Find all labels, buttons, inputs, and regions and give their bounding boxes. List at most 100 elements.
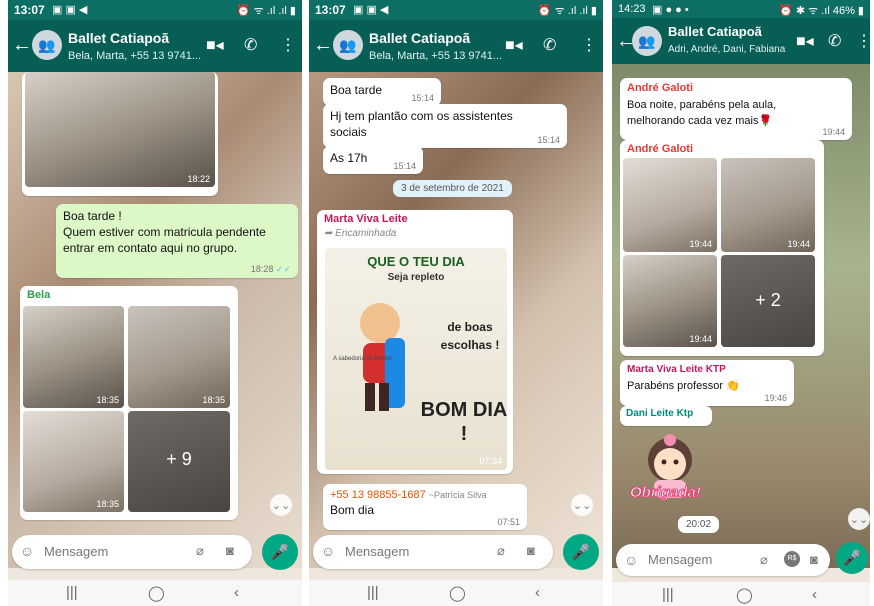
message-text: Boa noite, parabéns pela aula, melhorand… — [627, 99, 777, 127]
payment-icon[interactable]: R$ — [784, 551, 800, 567]
image-message[interactable]: 18:22 — [22, 72, 218, 196]
group-title[interactable]: Ballet Catiapoã — [668, 24, 762, 39]
phone-icon[interactable]: ✆ — [828, 31, 841, 51]
emoji-icon[interactable]: ☺ — [624, 552, 638, 568]
android-nav-bar: ||| ◯ ‹ — [309, 580, 603, 606]
back-button[interactable]: ‹ — [535, 584, 540, 601]
camera-icon[interactable]: ◙ — [527, 543, 535, 558]
outgoing-message[interactable]: Boa tarde ! Quem estiver com matricula p… — [56, 204, 298, 278]
status-bar: 14:23 ▣ ● ● • ⏰ ✱ ᯤ .ıl 46% ▮ — [612, 0, 870, 18]
more-vert-icon[interactable]: ⋮ — [856, 31, 870, 51]
message-time: 07:34 — [479, 456, 502, 466]
incoming-message[interactable]: Hj tem plantão com os assistentes sociai… — [323, 104, 567, 148]
card-line-3: de boas escolhas ! — [440, 320, 500, 352]
group-avatar[interactable]: 👥 — [333, 30, 363, 60]
emoji-icon[interactable]: ☺ — [321, 543, 335, 559]
more-vert-icon[interactable]: ⋮ — [280, 35, 296, 55]
emoji-icon[interactable]: ☺ — [20, 543, 34, 559]
good-morning-card[interactable]: QUE O TEU DIA Seja repleto A sabedoria d… — [325, 248, 507, 470]
card-line-4: BOM DIA ! — [420, 399, 507, 445]
sender-name[interactable]: Dani Leite Ktp — [626, 408, 706, 419]
group-title[interactable]: Ballet Catiapoã — [369, 30, 470, 46]
incoming-message[interactable]: Marta Viva Leite KTP Parabéns professor … — [620, 360, 794, 406]
message-input[interactable]: Mensagem — [648, 552, 712, 567]
group-avatar[interactable]: 👥 — [32, 30, 62, 60]
back-button[interactable]: ‹ — [812, 586, 817, 603]
photo-album-message[interactable]: Bela 18:35 18:35 18:35 + 9 — [20, 286, 238, 520]
back-button[interactable]: ‹ — [234, 584, 239, 601]
sender-name[interactable]: André Galoti — [627, 143, 821, 155]
thank-you-sticker[interactable]: Obrigada! — [624, 430, 716, 514]
more-vert-icon[interactable]: ⋮ — [581, 35, 597, 55]
home-button[interactable]: ◯ — [449, 584, 466, 602]
compose-bar[interactable]: ☺ Mensagem ⌀ R$ ◙ — [616, 544, 830, 576]
photo[interactable]: 18:22 — [25, 72, 215, 187]
group-title[interactable]: Ballet Catiapoã — [68, 30, 169, 46]
sticker-sender[interactable]: Dani Leite Ktp — [620, 406, 712, 426]
phone-icon[interactable]: ✆ — [543, 35, 556, 55]
group-icon: 👥 — [638, 32, 656, 49]
status-time: 13:07 — [315, 3, 346, 17]
album-photo[interactable]: 18:35 — [128, 306, 230, 408]
status-bar: 13:07 ▣ ▣ ◀ ⏰ ᯤ .ıl .ıl ▮ — [309, 0, 603, 20]
sender-name[interactable]: Bela — [27, 289, 235, 301]
video-call-icon[interactable]: ■◂ — [505, 35, 523, 55]
attach-icon[interactable]: ⌀ — [497, 543, 505, 559]
group-members[interactable]: Bela, Marta, +55 13 9741... — [68, 50, 208, 62]
group-members[interactable]: Adri, André, Dani, Fabiana M... — [668, 44, 788, 55]
message-input[interactable]: Mensagem — [345, 544, 409, 559]
mic-icon[interactable]: 🎤 — [262, 534, 298, 570]
message-header: +55 13 98855-1687 ~Patrícia Silva — [330, 488, 520, 502]
recent-apps-button[interactable]: ||| — [367, 584, 379, 601]
compose-bar[interactable]: ☺ Mensagem ⌀ ◙ — [313, 535, 553, 569]
video-call-icon[interactable]: ■◂ — [206, 35, 224, 55]
sender-name[interactable]: Marta Viva Leite KTP — [627, 364, 787, 375]
back-arrow-icon[interactable]: ← — [12, 34, 32, 57]
incoming-message[interactable]: Boa tarde 15:14 — [323, 78, 441, 106]
album-photo[interactable]: 18:35 — [23, 411, 124, 512]
photo-album-message[interactable]: André Galoti 19:44 19:44 19:44 + 2 — [620, 140, 824, 356]
album-photo[interactable]: 18:35 — [23, 306, 124, 408]
incoming-message[interactable]: As 17h 15:14 — [323, 146, 423, 174]
album-photo[interactable]: 19:44 — [623, 255, 717, 347]
camera-icon[interactable]: ◙ — [810, 552, 818, 567]
incoming-message[interactable]: +55 13 98855-1687 ~Patrícia Silva Bom di… — [323, 484, 527, 530]
status-time: 13:07 — [14, 3, 45, 17]
more-count: + 9 — [166, 449, 192, 470]
recent-apps-button[interactable]: ||| — [662, 586, 674, 603]
scroll-down-icon[interactable]: ⌄⌄ — [848, 508, 870, 530]
home-button[interactable]: ◯ — [148, 584, 165, 602]
compose-bar[interactable]: ☺ Mensagem ⌀ ◙ — [12, 535, 252, 569]
home-button[interactable]: ◯ — [736, 586, 753, 604]
album-photo[interactable]: 19:44 — [623, 158, 717, 252]
scroll-down-icon[interactable]: ⌄⌄ — [571, 494, 593, 516]
camera-icon[interactable]: ◙ — [226, 543, 234, 558]
forwarded-image-message[interactable]: Marta Viva Leite ➦ Encaminhada QUE O TEU… — [317, 210, 513, 474]
message-time: 15:14 — [411, 93, 434, 103]
message-time: 07:51 — [497, 517, 520, 527]
sticker-text: Obrigada! — [630, 484, 702, 502]
album-more-photos[interactable]: + 9 — [128, 411, 230, 512]
card-line-2: Seja repleto — [387, 272, 445, 283]
attach-icon[interactable]: ⌀ — [196, 543, 204, 559]
scroll-down-icon[interactable]: ⌄⌄ — [270, 494, 292, 516]
photo-time: 19:44 — [689, 239, 712, 249]
recent-apps-button[interactable]: ||| — [66, 584, 78, 601]
group-avatar[interactable]: 👥 — [632, 26, 662, 56]
status-bar: 13:07 ▣ ▣ ◀ ⏰ ᯤ .ıl .ıl ▮ — [8, 0, 302, 20]
card-line-1: QUE O TEU DIA — [367, 254, 465, 269]
attach-icon[interactable]: ⌀ — [760, 552, 768, 568]
album-photo[interactable]: 19:44 — [721, 158, 815, 252]
video-call-icon[interactable]: ■◂ — [796, 31, 814, 51]
sender-name[interactable]: Marta Viva Leite — [324, 213, 510, 225]
back-arrow-icon[interactable]: ← — [313, 34, 333, 57]
incoming-message[interactable]: André Galoti Boa noite, parabéns pela au… — [620, 78, 852, 140]
album-more-photos[interactable]: + 2 — [721, 255, 815, 347]
mic-icon[interactable]: 🎤 — [563, 534, 599, 570]
group-members[interactable]: Bela, Marta, +55 13 9741... — [369, 50, 509, 62]
phone-icon[interactable]: ✆ — [244, 35, 257, 55]
mic-icon[interactable]: 🎤 — [836, 542, 868, 574]
message-input[interactable]: Mensagem — [44, 544, 108, 559]
status-right-icons: ⏰ ✱ ᯤ .ıl 46% ▮ — [779, 5, 864, 17]
sender-name[interactable]: André Galoti — [627, 82, 845, 94]
